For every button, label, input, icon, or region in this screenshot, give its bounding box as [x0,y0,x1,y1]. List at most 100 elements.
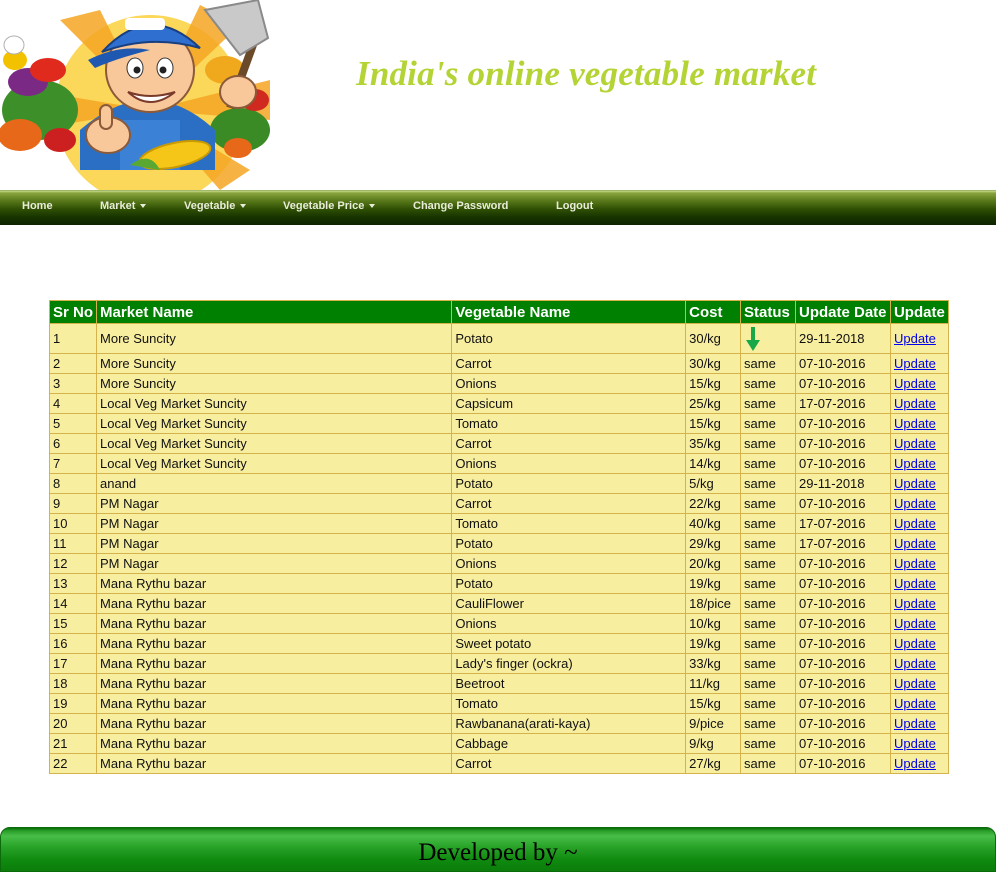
cell-update-date: 17-07-2016 [794,393,891,414]
cell-status: same [740,413,796,434]
table-row: 21 Mana Rythu bazar Cabbage 9/kg same 07… [48,733,950,754]
cell-status: same [740,553,796,574]
update-link[interactable]: Update [894,516,936,531]
cell-vegetable-name: Rawbanana(arati-kaya) [451,713,687,734]
update-link[interactable]: Update [894,716,936,731]
cell-status: same [740,433,796,454]
col-header-sr-no: Sr No [48,300,98,324]
update-link[interactable]: Update [894,636,936,651]
cell-update-date: 07-10-2016 [794,673,891,694]
cell-update-date: 07-10-2016 [794,373,891,394]
cell-sr-no: 10 [48,513,98,534]
cell-update: Update [889,593,950,614]
cell-update: Update [889,353,950,374]
cell-status: same [740,753,796,774]
cell-update: Update [889,733,950,754]
update-link[interactable]: Update [894,376,936,391]
update-link[interactable]: Update [894,331,936,346]
nav-change-password[interactable]: Change Password [413,191,508,224]
nav-vegetable-label: Vegetable [184,200,236,212]
cell-cost: 10/kg [685,613,742,634]
cell-update-date: 07-10-2016 [794,413,891,434]
update-link[interactable]: Update [894,596,936,611]
down-arrow-icon [746,327,761,351]
cell-status [740,323,796,354]
update-link[interactable]: Update [894,356,936,371]
cell-market-name: Mana Rythu bazar [96,693,453,714]
update-link[interactable]: Update [894,696,936,711]
cell-cost: 15/kg [685,693,742,714]
nav-logout[interactable]: Logout [556,191,593,224]
update-link[interactable]: Update [894,476,936,491]
nav-home-label: Home [22,200,53,212]
update-link[interactable]: Update [894,396,936,411]
col-header-status: Status [740,300,796,324]
cell-sr-no: 7 [48,453,98,474]
cell-vegetable-name: Potato [451,473,687,494]
cell-market-name: Mana Rythu bazar [96,593,453,614]
cell-cost: 27/kg [685,753,742,774]
cell-vegetable-name: Tomato [451,413,687,434]
cell-market-name: Local Veg Market Suncity [96,453,453,474]
update-link[interactable]: Update [894,676,936,691]
cell-market-name: More Suncity [96,323,453,354]
col-header-cost: Cost [685,300,742,324]
update-link[interactable]: Update [894,436,936,451]
update-link[interactable]: Update [894,496,936,511]
cell-sr-no: 17 [48,653,98,674]
cell-cost: 15/kg [685,373,742,394]
cell-status: same [740,733,796,754]
nav-market-dropdown[interactable]: Market [100,191,147,224]
cell-sr-no: 19 [48,693,98,714]
cell-status: same [740,613,796,634]
cell-update-date: 07-10-2016 [794,453,891,474]
cell-update-date: 07-10-2016 [794,733,891,754]
cell-vegetable-name: Onions [451,613,687,634]
cell-market-name: Local Veg Market Suncity [96,393,453,414]
chevron-down-icon [369,204,376,209]
cell-update-date: 07-10-2016 [794,593,891,614]
chevron-down-icon [240,204,247,209]
cell-cost: 29/kg [685,533,742,554]
cell-sr-no: 16 [48,633,98,654]
cell-update: Update [889,673,950,694]
cell-update-date: 29-11-2018 [794,473,891,494]
update-link[interactable]: Update [894,736,936,751]
update-link[interactable]: Update [894,536,936,551]
cell-update: Update [889,513,950,534]
cell-market-name: PM Nagar [96,513,453,534]
table-row: 6 Local Veg Market Suncity Carrot 35/kg … [48,433,950,454]
cell-update: Update [889,533,950,554]
cell-sr-no: 20 [48,713,98,734]
nav-vegetable-price-dropdown[interactable]: Vegetable Price [283,191,376,224]
update-link[interactable]: Update [894,756,936,771]
cell-sr-no: 12 [48,553,98,574]
cell-status: same [740,713,796,734]
cell-status: same [740,673,796,694]
cell-market-name: Mana Rythu bazar [96,753,453,774]
cell-update-date: 29-11-2018 [794,323,891,354]
cell-cost: 22/kg [685,493,742,514]
cell-vegetable-name: Potato [451,573,687,594]
table-row: 7 Local Veg Market Suncity Onions 14/kg … [48,453,950,474]
cell-cost: 18/pice [685,593,742,614]
table-row: 17 Mana Rythu bazar Lady's finger (ockra… [48,653,950,674]
cell-status: same [740,373,796,394]
update-link[interactable]: Update [894,656,936,671]
table-row: 18 Mana Rythu bazar Beetroot 11/kg same … [48,673,950,694]
update-link[interactable]: Update [894,416,936,431]
update-link[interactable]: Update [894,616,936,631]
main-nav: Home Market Vegetable Vegetable Price Ch… [0,190,996,225]
cell-update: Update [889,373,950,394]
nav-home[interactable]: Home [22,191,53,224]
cell-sr-no: 1 [48,323,98,354]
cell-cost: 30/kg [685,353,742,374]
cell-status: same [740,693,796,714]
update-link[interactable]: Update [894,556,936,571]
update-link[interactable]: Update [894,576,936,591]
nav-change-password-label: Change Password [413,200,509,212]
cell-sr-no: 21 [48,733,98,754]
nav-vegetable-dropdown[interactable]: Vegetable [184,191,247,224]
update-link[interactable]: Update [894,456,936,471]
cell-sr-no: 14 [48,593,98,614]
